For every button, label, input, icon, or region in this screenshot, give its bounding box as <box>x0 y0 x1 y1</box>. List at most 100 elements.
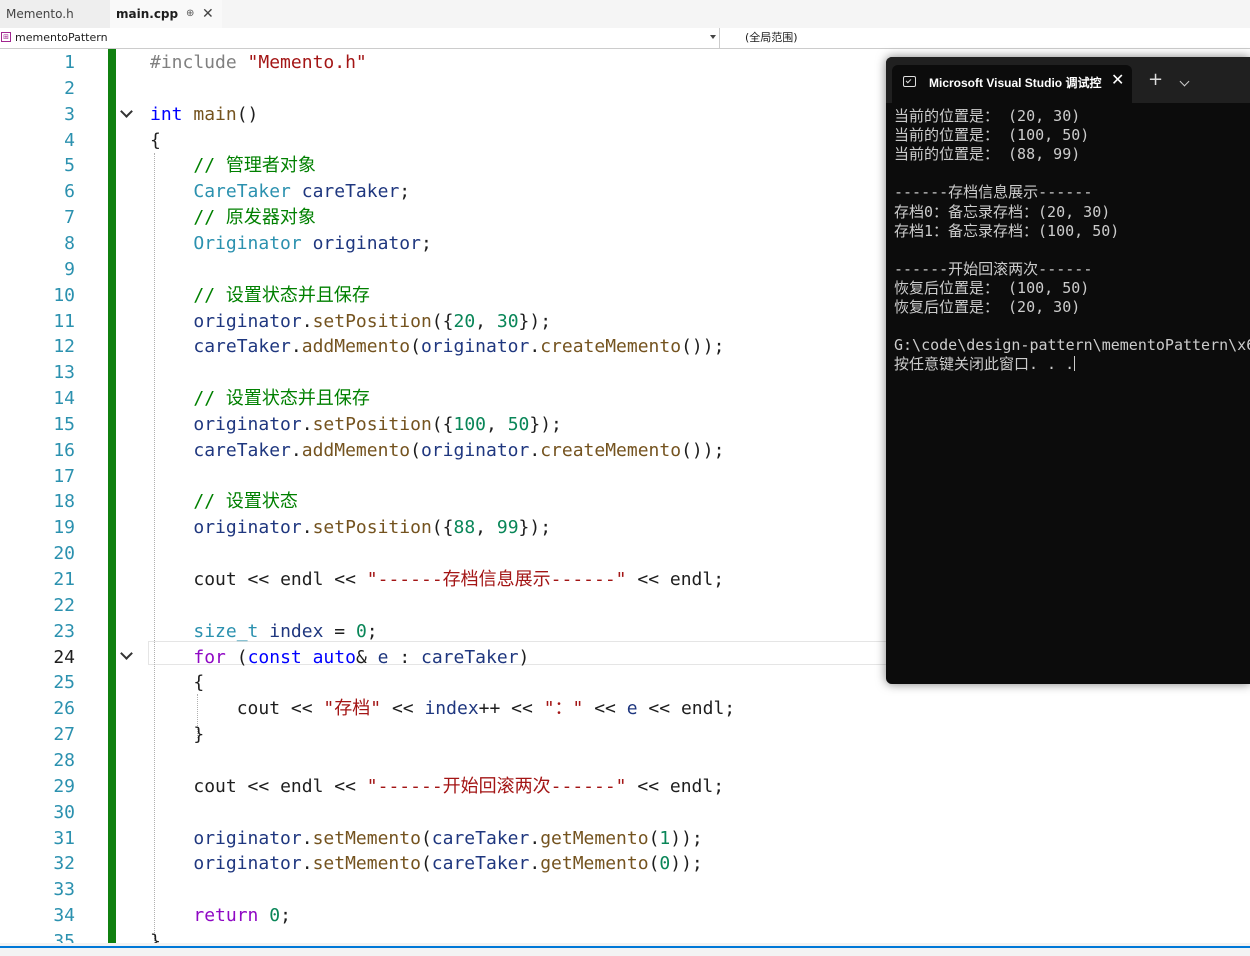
code-token: setPosition <box>312 517 432 539</box>
chevron-down-icon[interactable] <box>1179 76 1190 87</box>
code-token: , <box>475 517 497 539</box>
code-token: e <box>377 646 389 668</box>
close-icon[interactable]: ✕ <box>202 0 214 28</box>
fold-chevron-icon[interactable] <box>121 649 133 661</box>
terminal-line-text: 恢复后位置是： (100, 50) <box>894 278 1090 297</box>
code-token: 99 <box>496 517 519 539</box>
code-token: ; <box>280 905 291 927</box>
line-number: 27 <box>53 724 75 746</box>
terminal-line-text: 按任意键关闭此窗口. . . <box>894 355 1075 374</box>
code-token: "------开始回滚两次------" <box>366 775 627 797</box>
code-token: . <box>529 336 541 358</box>
terminal-line-text: G:\code\design-pattern\mementoPattern\x6… <box>894 336 1250 355</box>
horizontal-scrollbar[interactable] <box>0 943 1250 956</box>
code-token: ; <box>399 181 411 203</box>
code-token: auto <box>312 646 356 668</box>
code-token: << <box>236 775 281 797</box>
code-token: const <box>247 646 302 668</box>
code-token: ( <box>410 336 421 358</box>
code-token: return <box>193 905 259 927</box>
code-token: originator <box>193 517 302 539</box>
text-cursor <box>1074 356 1076 372</box>
pin-icon[interactable]: ⊕ <box>186 0 194 28</box>
code-token: createMemento <box>540 336 682 358</box>
code-token: << <box>323 569 367 590</box>
code-token: . <box>301 853 313 875</box>
code-token: originator <box>420 439 530 461</box>
code-token: . <box>529 439 541 461</box>
code-token: Originator <box>193 232 302 254</box>
code-token: 0 <box>355 620 367 642</box>
code-token: // 原发器对象 <box>193 207 316 229</box>
line-number: 9 <box>64 258 75 280</box>
code-token: "Memento.h" <box>247 52 367 73</box>
code-line: { <box>150 670 204 696</box>
scope-dropdown[interactable]: ⊞ mementoPattern <box>0 28 720 48</box>
line-number: 4 <box>64 129 75 151</box>
code-token: ) <box>518 646 530 668</box>
terminal-line: ------开始回滚两次------ <box>894 260 1092 279</box>
terminal-line: 恢复后位置是： (100, 50) <box>894 279 1089 298</box>
terminal-line-text: 当前的位置是： (100, 50) <box>894 126 1090 145</box>
close-icon[interactable]: ✕ <box>1111 70 1124 89</box>
code-token: addMemento <box>301 439 411 461</box>
code-token: << <box>381 698 425 720</box>
line-number: 19 <box>53 517 75 539</box>
member-dropdown[interactable]: (全局范围) <box>745 28 798 48</box>
code-token: originator <box>193 853 302 875</box>
code-token: #include <box>150 52 248 73</box>
code-line: // 管理者对象 <box>150 153 316 179</box>
code-token: // 设置状态并且保存 <box>193 388 370 410</box>
code-line: careTaker.addMemento(originator.createMe… <box>150 438 724 464</box>
code-line: cout << "存档" << index++ << "：" << e << e… <box>150 696 735 722</box>
code-token: } <box>150 724 205 746</box>
code-token: // 管理者对象 <box>193 155 316 177</box>
fold-chevron-icon[interactable] <box>121 107 133 119</box>
new-tab-plus-icon[interactable]: + <box>1148 69 1163 90</box>
code-line: // 原发器对象 <box>150 205 316 231</box>
terminal-line: 存档0：备忘录存档：(20, 30) <box>894 203 1110 222</box>
code-token: . <box>529 853 541 875</box>
code-token: for <box>193 646 226 668</box>
code-token: int <box>150 103 183 125</box>
code-token: 88 <box>453 517 476 539</box>
code-token: ; <box>724 698 736 720</box>
code-token: 1 <box>659 827 671 849</box>
code-line: size_t index = 0; <box>150 619 377 645</box>
line-number: 6 <box>64 181 75 203</box>
code-token: "------存档信息展示------" <box>366 569 627 590</box>
code-token: ; <box>713 569 725 590</box>
code-token: originator <box>193 310 302 332</box>
code-token: ++ << <box>478 698 544 720</box>
code-token: careTaker <box>431 853 530 875</box>
code-line: return 0; <box>150 903 291 929</box>
code-token: = <box>323 620 356 642</box>
line-number: 10 <box>53 284 75 306</box>
code-token: , <box>486 413 508 435</box>
code-token: . <box>301 827 313 849</box>
terminal-line: 当前的位置是： (20, 30) <box>894 107 1080 126</box>
code-line: careTaker.addMemento(originator.createMe… <box>150 334 724 360</box>
code-token: setMemento <box>312 853 421 875</box>
code-token: cout <box>236 698 281 720</box>
code-token: getMemento <box>540 853 649 875</box>
tab-memento-h[interactable]: Memento.h <box>0 0 110 28</box>
code-token: index <box>269 620 324 642</box>
line-number: 8 <box>64 232 75 254</box>
terminal-line-text: ------开始回滚两次------ <box>894 259 1093 278</box>
terminal-tab[interactable]: Microsoft Visual Studio 调试控 ✕ <box>892 65 1132 103</box>
terminal-line-text: 当前的位置是： (88, 99) <box>894 145 1081 164</box>
code-token: createMemento <box>540 439 682 461</box>
code-line: { <box>150 128 161 154</box>
code-line: Originator originator; <box>150 231 431 257</box>
tab-main-cpp[interactable]: main.cpp ⊕ ✕ <box>110 0 222 28</box>
debug-console-window[interactable]: Microsoft Visual Studio 调试控 ✕ + 当前的位置是： … <box>886 57 1250 684</box>
code-line: originator.setPosition({88, 99}); <box>150 515 551 541</box>
code-token: endl <box>669 775 714 797</box>
chevron-down-icon[interactable] <box>710 35 716 39</box>
